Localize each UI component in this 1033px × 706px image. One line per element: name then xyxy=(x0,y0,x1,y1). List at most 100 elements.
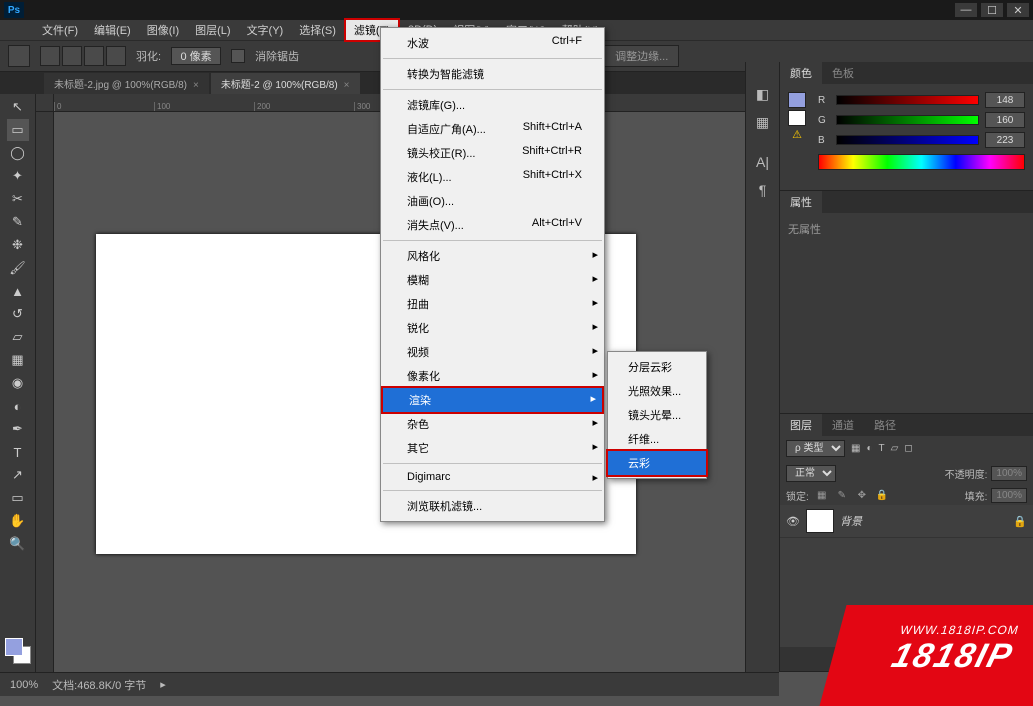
move-tool[interactable]: ↖ xyxy=(7,96,29,118)
dd-stylize[interactable]: 风格化▸ xyxy=(381,244,604,268)
lock-all-icon[interactable]: 🔒 xyxy=(875,490,889,501)
tab-color[interactable]: 颜色 xyxy=(780,62,822,84)
paragraph-panel-icon[interactable]: ¶ xyxy=(751,178,775,202)
doc-tab-1[interactable]: 未标题-2.jpg @ 100%(RGB/8)× xyxy=(44,73,209,94)
sub-clouds[interactable]: 云彩 xyxy=(606,449,708,477)
filter-type-icon[interactable]: T xyxy=(879,443,885,454)
selection-intersect-icon[interactable] xyxy=(106,46,126,66)
dd-last-filter[interactable]: 水波Ctrl+F xyxy=(381,31,604,55)
doc-tab-2[interactable]: 未标题-2 @ 100%(RGB/8)× xyxy=(211,73,360,94)
fg-color-swatch[interactable] xyxy=(5,638,23,656)
dd-filter-gallery[interactable]: 滤镜库(G)... xyxy=(381,93,604,117)
dd-browse-online[interactable]: 浏览联机滤镜... xyxy=(381,494,604,518)
tab-properties[interactable]: 属性 xyxy=(780,191,822,213)
dd-other[interactable]: 其它▸ xyxy=(381,436,604,460)
dd-liquify[interactable]: 液化(L)...Shift+Ctrl+X xyxy=(381,165,604,189)
tool-preset-icon[interactable] xyxy=(8,45,30,67)
bg-swatch[interactable] xyxy=(788,110,806,126)
spectrum-picker[interactable] xyxy=(818,154,1025,170)
dd-smart-filter[interactable]: 转换为智能滤镜 xyxy=(381,62,604,86)
close-button[interactable]: ✕ xyxy=(1007,3,1029,17)
dd-distort[interactable]: 扭曲▸ xyxy=(381,292,604,316)
magic-wand-tool[interactable]: ✦ xyxy=(7,165,29,187)
healing-tool[interactable]: ❉ xyxy=(7,234,29,256)
feather-input[interactable] xyxy=(171,47,221,65)
selection-subtract-icon[interactable] xyxy=(84,46,104,66)
sub-lighting-effects[interactable]: 光照效果... xyxy=(608,379,706,403)
filter-smart-icon[interactable]: ◻ xyxy=(904,443,912,454)
layer-filter-select[interactable]: ρ 类型 xyxy=(786,440,845,457)
visibility-icon[interactable]: 👁 xyxy=(786,515,800,528)
dd-blur[interactable]: 模糊▸ xyxy=(381,268,604,292)
b-input[interactable] xyxy=(985,132,1025,148)
lock-paint-icon[interactable]: ✎ xyxy=(835,490,849,501)
path-tool[interactable]: ↗ xyxy=(7,464,29,486)
layer-item[interactable]: 👁 背景 🔒 xyxy=(780,505,1033,538)
dd-digimarc[interactable]: Digimarc▸ xyxy=(381,467,604,487)
lasso-tool[interactable]: ◯ xyxy=(7,142,29,164)
dd-video[interactable]: 视频▸ xyxy=(381,340,604,364)
tab-channels[interactable]: 通道 xyxy=(822,414,864,436)
fg-swatch[interactable] xyxy=(788,92,806,108)
dodge-tool[interactable]: ◐ xyxy=(7,395,29,417)
eraser-tool[interactable]: ▱ xyxy=(7,326,29,348)
blend-mode-select[interactable]: 正常 xyxy=(786,465,836,482)
layer-name[interactable]: 背景 xyxy=(840,513,862,529)
filter-adjust-icon[interactable]: ◐ xyxy=(866,443,872,454)
hand-tool[interactable]: ✋ xyxy=(7,510,29,532)
g-input[interactable] xyxy=(985,112,1025,128)
marquee-tool[interactable]: ▭ xyxy=(7,119,29,141)
stamp-tool[interactable]: ▲ xyxy=(7,280,29,302)
r-slider[interactable] xyxy=(836,95,979,105)
minimize-button[interactable]: — xyxy=(955,3,977,17)
dd-lens-correction[interactable]: 镜头校正(R)...Shift+Ctrl+R xyxy=(381,141,604,165)
sub-difference-clouds[interactable]: 分层云彩 xyxy=(608,355,706,379)
brush-tool[interactable]: 🖌 xyxy=(7,257,29,279)
dd-adaptive-wide[interactable]: 自适应广角(A)...Shift+Ctrl+A xyxy=(381,117,604,141)
tab-paths[interactable]: 路径 xyxy=(864,414,906,436)
eyedropper-tool[interactable]: ✎ xyxy=(7,211,29,233)
sub-lens-flare[interactable]: 镜头光晕... xyxy=(608,403,706,427)
refine-edge-button[interactable]: 调整边缘... xyxy=(604,45,679,67)
chevron-right-icon[interactable]: ▸ xyxy=(160,678,166,691)
gradient-tool[interactable]: ▦ xyxy=(7,349,29,371)
layer-thumbnail[interactable] xyxy=(806,509,834,533)
tab-swatches[interactable]: 色板 xyxy=(822,62,864,84)
menu-file[interactable]: 文件(F) xyxy=(34,20,86,40)
selection-add-icon[interactable] xyxy=(62,46,82,66)
actions-panel-icon[interactable]: ▦ xyxy=(751,110,775,134)
zoom-level[interactable]: 100% xyxy=(10,679,38,691)
antialias-checkbox[interactable] xyxy=(231,49,245,63)
type-tool[interactable]: T xyxy=(7,441,29,463)
menu-edit[interactable]: 编辑(E) xyxy=(86,20,139,40)
dd-pixelate[interactable]: 像素化▸ xyxy=(381,364,604,388)
shape-tool[interactable]: ▭ xyxy=(7,487,29,509)
dd-vanishing-point[interactable]: 消失点(V)...Alt+Ctrl+V xyxy=(381,213,604,237)
fill-value[interactable]: 100% xyxy=(991,488,1027,503)
pen-tool[interactable]: ✒ xyxy=(7,418,29,440)
dd-oil-paint[interactable]: 油画(O)... xyxy=(381,189,604,213)
dd-sharpen[interactable]: 锐化▸ xyxy=(381,316,604,340)
lock-transparency-icon[interactable]: ▦ xyxy=(815,490,829,501)
b-slider[interactable] xyxy=(836,135,979,145)
sub-fibers[interactable]: 纤维... xyxy=(608,427,706,451)
filter-pixel-icon[interactable]: ▦ xyxy=(851,443,860,454)
blur-tool[interactable]: ◉ xyxy=(7,372,29,394)
close-icon[interactable]: × xyxy=(193,80,199,91)
history-brush-tool[interactable]: ↺ xyxy=(7,303,29,325)
g-slider[interactable] xyxy=(836,115,979,125)
filter-shape-icon[interactable]: ▱ xyxy=(891,443,899,454)
opacity-value[interactable]: 100% xyxy=(991,466,1027,481)
menu-select[interactable]: 选择(S) xyxy=(291,20,344,40)
menu-layer[interactable]: 图层(L) xyxy=(187,20,238,40)
r-input[interactable] xyxy=(985,92,1025,108)
dd-noise[interactable]: 杂色▸ xyxy=(381,412,604,436)
zoom-tool[interactable]: 🔍 xyxy=(7,533,29,555)
selection-new-icon[interactable] xyxy=(40,46,60,66)
maximize-button[interactable]: ☐ xyxy=(981,3,1003,17)
tab-layers[interactable]: 图层 xyxy=(780,414,822,436)
close-icon[interactable]: × xyxy=(344,80,350,91)
lock-position-icon[interactable]: ✥ xyxy=(855,490,869,501)
character-panel-icon[interactable]: A| xyxy=(751,150,775,174)
color-swatch[interactable] xyxy=(5,638,31,664)
